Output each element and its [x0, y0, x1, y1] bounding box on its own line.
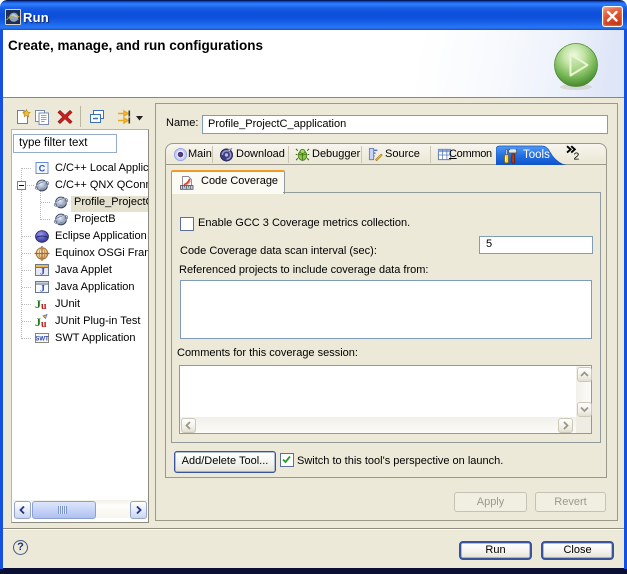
svg-text:u: u — [41, 301, 47, 312]
svg-text:J: J — [40, 268, 45, 278]
svg-text:SWT: SWT — [35, 337, 49, 343]
svg-text:u: u — [41, 319, 47, 329]
svg-text:C: C — [39, 164, 46, 174]
svg-text:J: J — [40, 285, 45, 295]
svg-text:2: 2 — [574, 151, 580, 161]
